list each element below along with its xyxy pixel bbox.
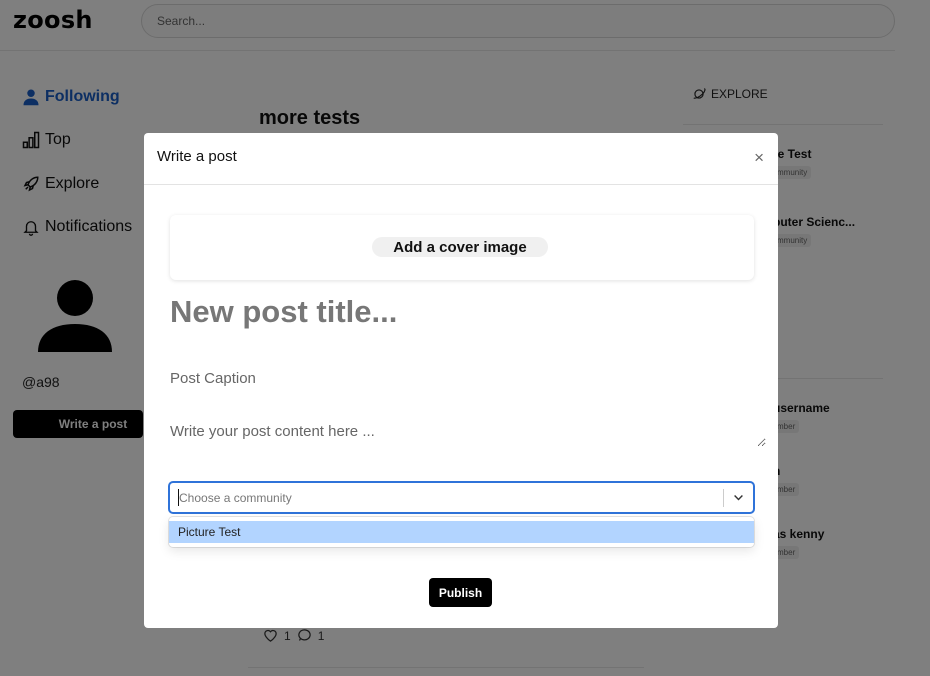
post-content-input[interactable] xyxy=(170,423,766,447)
community-select[interactable]: Choose a community xyxy=(169,482,754,513)
select-separator xyxy=(723,489,724,507)
close-icon[interactable]: × xyxy=(754,148,764,168)
community-dropdown-menu: Picture Test xyxy=(169,517,754,547)
add-cover-image-button[interactable]: Add a cover image xyxy=(372,237,548,257)
community-option[interactable]: Picture Test xyxy=(169,521,754,543)
modal-header: Write a post × xyxy=(144,133,778,185)
publish-button[interactable]: Publish xyxy=(429,578,492,607)
chevron-down-icon[interactable] xyxy=(732,491,745,504)
post-caption-input[interactable] xyxy=(170,367,754,389)
modal-title: Write a post xyxy=(157,148,237,165)
community-select-placeholder: Choose a community xyxy=(179,491,292,505)
cover-image-card: Add a cover image xyxy=(170,215,754,280)
post-title-input[interactable] xyxy=(170,293,754,331)
write-post-modal: Write a post × Add a cover image Choose … xyxy=(144,133,778,628)
